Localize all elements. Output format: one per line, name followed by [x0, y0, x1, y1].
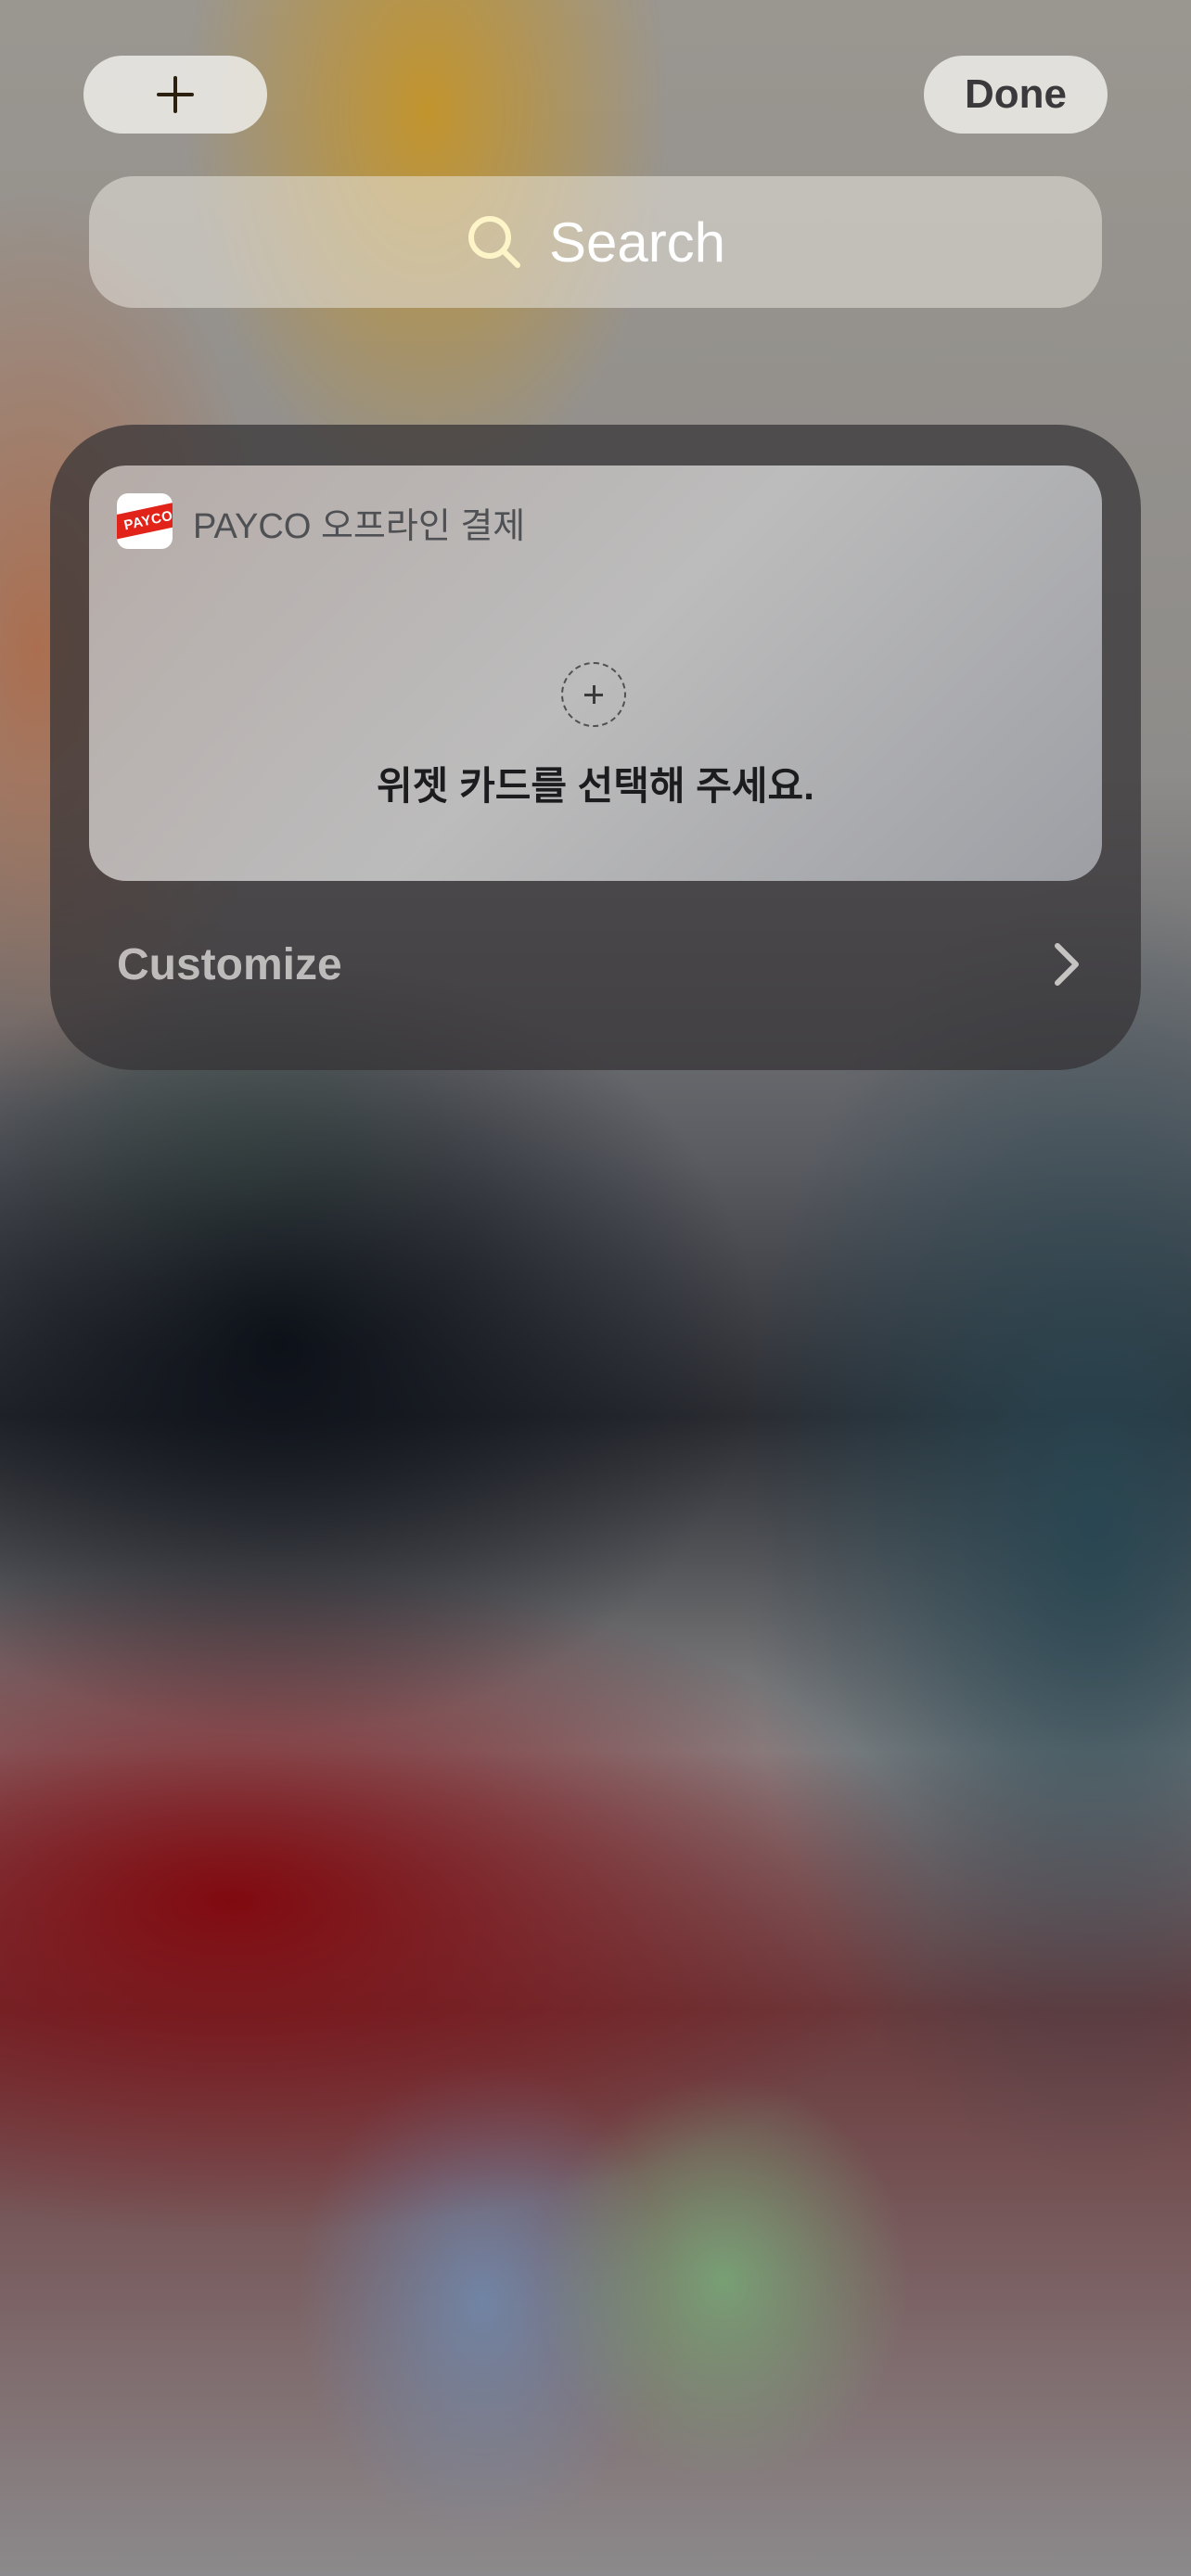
- blurred-wallpaper: [0, 0, 1191, 2576]
- plus-circle-icon[interactable]: [561, 662, 626, 727]
- app-icon-text: PAYCO: [122, 507, 173, 533]
- customize-label: Customize: [117, 939, 342, 989]
- search-label: Search: [548, 210, 726, 274]
- plus-icon: [157, 76, 194, 113]
- customize-row[interactable]: Customize: [117, 927, 1082, 1001]
- add-widget-button[interactable]: [83, 56, 267, 134]
- payco-widget-preview[interactable]: PAYCO PAYCO 오프라인 결제 위젯 카드를 선택해 주세요.: [89, 465, 1102, 881]
- search-bar[interactable]: Search: [89, 176, 1102, 308]
- select-card-prompt: 위젯 카드를 선택해 주세요.: [377, 764, 814, 808]
- widget-app-name: PAYCO 오프라인 결제: [193, 507, 526, 546]
- done-button[interactable]: Done: [924, 56, 1108, 134]
- payco-app-icon: PAYCO: [117, 493, 173, 549]
- chevron-right-icon: [1055, 943, 1079, 986]
- search-icon: [467, 216, 520, 268]
- done-button-label: Done: [965, 71, 1067, 117]
